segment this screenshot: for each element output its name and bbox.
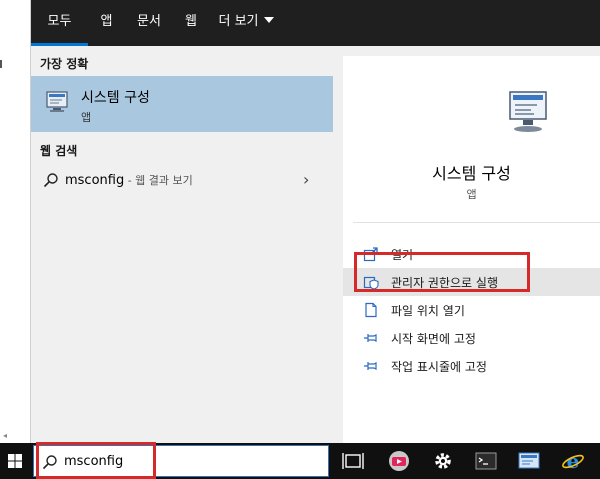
task-view-icon[interactable] <box>341 449 365 473</box>
tab-documents[interactable]: 문서 <box>127 0 171 46</box>
chevron-down-icon <box>263 17 274 23</box>
highlight-run-as-admin <box>354 252 530 292</box>
desktop-edge: ◂ <box>0 0 31 443</box>
action-pin-to-start[interactable]: 시작 화면에 고정 <box>343 324 600 352</box>
best-match-subtitle: 앱 <box>81 111 92 124</box>
best-match-item[interactable]: 시스템 구성 앱 <box>31 76 333 132</box>
preview-pane: 시스템 구성 앱 열기 관리자 권한으로 실행 파일 위치 열기 시작 화면에 … <box>333 46 600 443</box>
best-match-title: 시스템 구성 <box>81 90 150 106</box>
tab-web[interactable]: 웹 <box>173 0 209 46</box>
windows-start-icon[interactable] <box>0 443 31 479</box>
highlight-search-text <box>36 442 156 479</box>
system-config-taskbar-icon[interactable] <box>517 449 541 473</box>
scroll-left-arrow-icon[interactable]: ◂ <box>3 431 13 441</box>
action-open-file-location-label: 파일 위치 열기 <box>391 304 465 318</box>
tab-documents-label: 문서 <box>137 14 161 29</box>
action-pin-to-taskbar-label: 작업 표시줄에 고정 <box>391 360 487 374</box>
search-icon <box>43 173 58 188</box>
action-pin-to-start-label: 시작 화면에 고정 <box>391 332 476 346</box>
best-match-heading: 가장 정확 <box>40 57 89 71</box>
file-location-icon <box>365 302 377 318</box>
desktop-edge-marker <box>0 60 2 68</box>
chevron-right-icon[interactable]: › <box>303 170 309 189</box>
preview-subtitle: 앱 <box>466 188 477 201</box>
web-search-text: msconfig - 웹 결과 보기 <box>65 172 193 188</box>
tab-apps[interactable]: 앱 <box>88 0 125 46</box>
terminal-icon[interactable] <box>474 449 498 473</box>
web-search-heading: 웹 검색 <box>40 144 78 158</box>
tab-apps-label: 앱 <box>100 14 113 29</box>
tab-web-label: 웹 <box>185 14 197 29</box>
pin-icon <box>364 362 377 370</box>
tab-all-label: 모두 <box>47 14 72 29</box>
results-pane: 가장 정확 시스템 구성 앱 웹 검색 msconfig - 웹 결과 보기 › <box>31 46 333 443</box>
web-search-suffix: - 웹 결과 보기 <box>124 174 193 187</box>
internet-explorer-icon[interactable]: e <box>561 449 585 473</box>
svg-text:e: e <box>567 449 580 473</box>
pin-icon <box>364 334 377 342</box>
gear-icon[interactable] <box>431 449 455 473</box>
preview-title: 시스템 구성 <box>432 164 511 183</box>
preview-divider <box>353 222 600 223</box>
media-app-icon[interactable] <box>387 449 411 473</box>
preview-card: 시스템 구성 앱 열기 관리자 권한으로 실행 파일 위치 열기 시작 화면에 … <box>343 56 600 443</box>
action-open-file-location[interactable]: 파일 위치 열기 <box>343 296 600 324</box>
system-config-large-icon <box>509 91 547 132</box>
tab-more-label: 더 보기 <box>218 14 259 29</box>
web-search-result[interactable]: msconfig - 웹 결과 보기 › <box>31 166 333 196</box>
system-config-icon <box>46 91 68 112</box>
search-tab-bar: 모두 앱 문서 웹 더 보기 <box>31 0 600 46</box>
action-pin-to-taskbar[interactable]: 작업 표시줄에 고정 <box>343 352 600 380</box>
tab-all[interactable]: 모두 <box>31 0 88 46</box>
web-search-query: msconfig <box>65 173 125 188</box>
tab-more[interactable]: 더 보기 <box>211 0 281 46</box>
